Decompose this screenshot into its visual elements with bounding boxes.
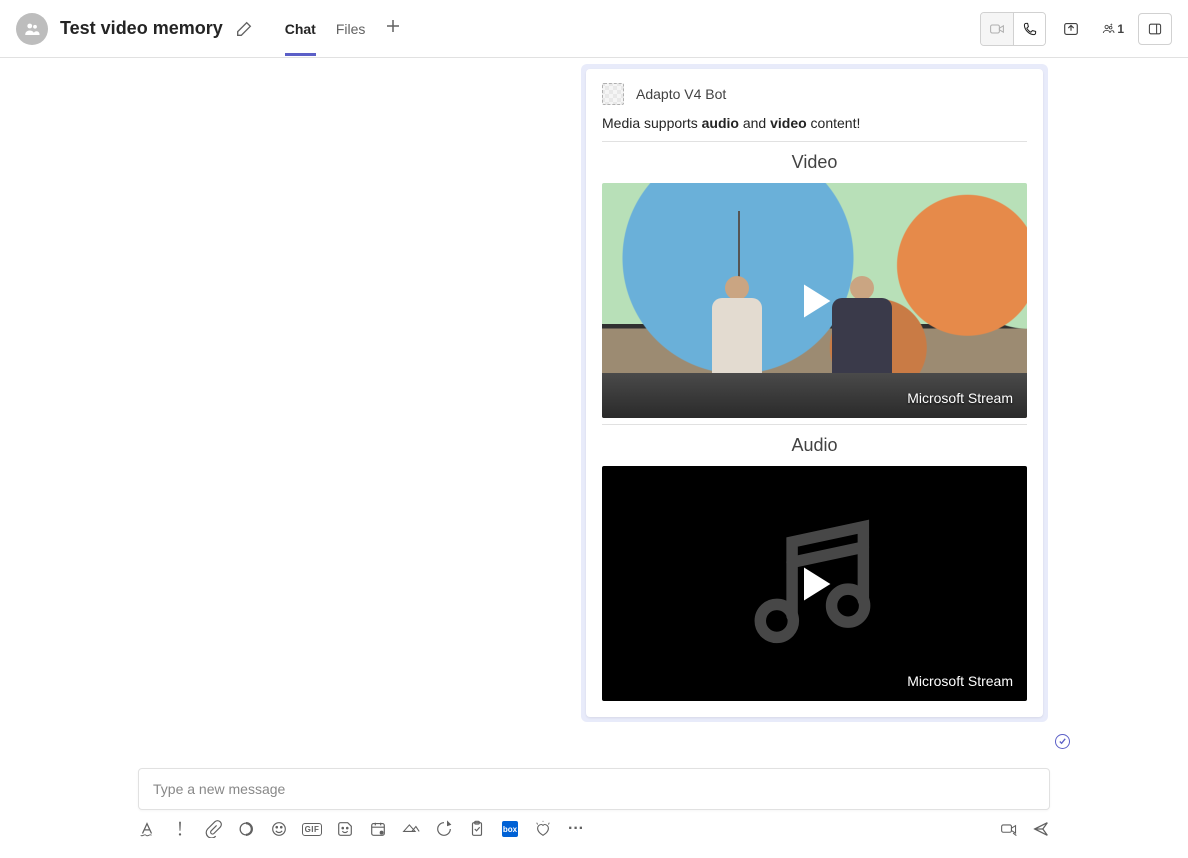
people-button[interactable]: 1	[1096, 13, 1130, 45]
attach-icon[interactable]	[204, 820, 222, 838]
play-icon	[793, 279, 837, 323]
gif-icon[interactable]: GIF	[303, 820, 321, 838]
message-composer: GIF box ···	[0, 768, 1188, 858]
card-intro-text: Media supports audio and video content!	[602, 115, 1027, 131]
audio-brand: Microsoft Stream	[907, 673, 1013, 689]
more-icon[interactable]: ···	[567, 820, 585, 838]
bot-name: Adapto V4 Bot	[636, 86, 726, 102]
approvals-icon[interactable]	[468, 820, 486, 838]
viva-icon[interactable]	[435, 820, 453, 838]
tab-files[interactable]: Files	[336, 2, 366, 56]
video-brand: Microsoft Stream	[907, 390, 1013, 406]
message-input[interactable]	[138, 768, 1050, 810]
group-avatar[interactable]	[16, 13, 48, 45]
priority-icon[interactable]	[171, 820, 189, 838]
audio-player[interactable]: Microsoft Stream	[602, 466, 1027, 701]
call-button-group	[980, 12, 1046, 46]
edit-icon[interactable]	[235, 20, 253, 38]
audio-call-button[interactable]	[1013, 13, 1045, 45]
divider	[602, 424, 1027, 425]
people-count: 1	[1117, 22, 1124, 36]
divider	[602, 141, 1027, 142]
header-left: Test video memory Chat Files	[16, 2, 401, 56]
adaptive-card: Adapto V4 Bot Media supports audio and v…	[586, 69, 1043, 717]
send-button[interactable]	[1032, 820, 1050, 838]
people-icon	[23, 20, 41, 38]
open-panel-button[interactable]	[1138, 13, 1172, 45]
bot-avatar	[602, 83, 624, 105]
intro-post: content!	[807, 115, 861, 131]
intro-video: video	[770, 115, 807, 131]
header-right: 1	[980, 12, 1172, 46]
format-icon[interactable]	[138, 820, 156, 838]
compose-toolbar: GIF box ···	[138, 820, 1050, 838]
tab-add-button[interactable]	[385, 18, 401, 39]
people-icon	[1102, 21, 1115, 37]
loop-icon[interactable]	[237, 820, 255, 838]
toolbar-right	[1000, 820, 1050, 838]
chat-header: Test video memory Chat Files 1	[0, 0, 1188, 58]
tabs: Chat Files	[285, 2, 402, 56]
share-icon	[1062, 20, 1080, 38]
video-icon	[989, 21, 1005, 37]
play-icon	[793, 562, 837, 606]
video-section-title: Video	[602, 152, 1027, 173]
intro-audio: audio	[702, 115, 739, 131]
intro-mid: and	[739, 115, 770, 131]
video-player[interactable]: Microsoft Stream	[602, 183, 1027, 418]
schedule-icon[interactable]	[369, 820, 387, 838]
video-call-button	[981, 13, 1013, 45]
share-button[interactable]	[1054, 13, 1088, 45]
emoji-icon[interactable]	[270, 820, 288, 838]
read-receipt-icon	[1055, 734, 1070, 749]
phone-icon	[1022, 21, 1038, 37]
sticker-icon[interactable]	[336, 820, 354, 838]
praise-icon[interactable]	[534, 820, 552, 838]
card-header: Adapto V4 Bot	[602, 83, 1027, 105]
panel-icon	[1147, 21, 1163, 37]
chat-area: Adapto V4 Bot Media supports audio and v…	[0, 58, 1188, 768]
box-app-icon[interactable]: box	[501, 820, 519, 838]
chat-title: Test video memory	[60, 18, 223, 39]
audio-section-title: Audio	[602, 435, 1027, 456]
tab-chat[interactable]: Chat	[285, 2, 316, 56]
stream-icon[interactable]	[402, 820, 420, 838]
camera-send-icon[interactable]	[1000, 820, 1018, 838]
bot-message: Adapto V4 Bot Media supports audio and v…	[581, 64, 1048, 722]
intro-pre: Media supports	[602, 115, 702, 131]
toolbar-left: GIF box ···	[138, 820, 585, 838]
